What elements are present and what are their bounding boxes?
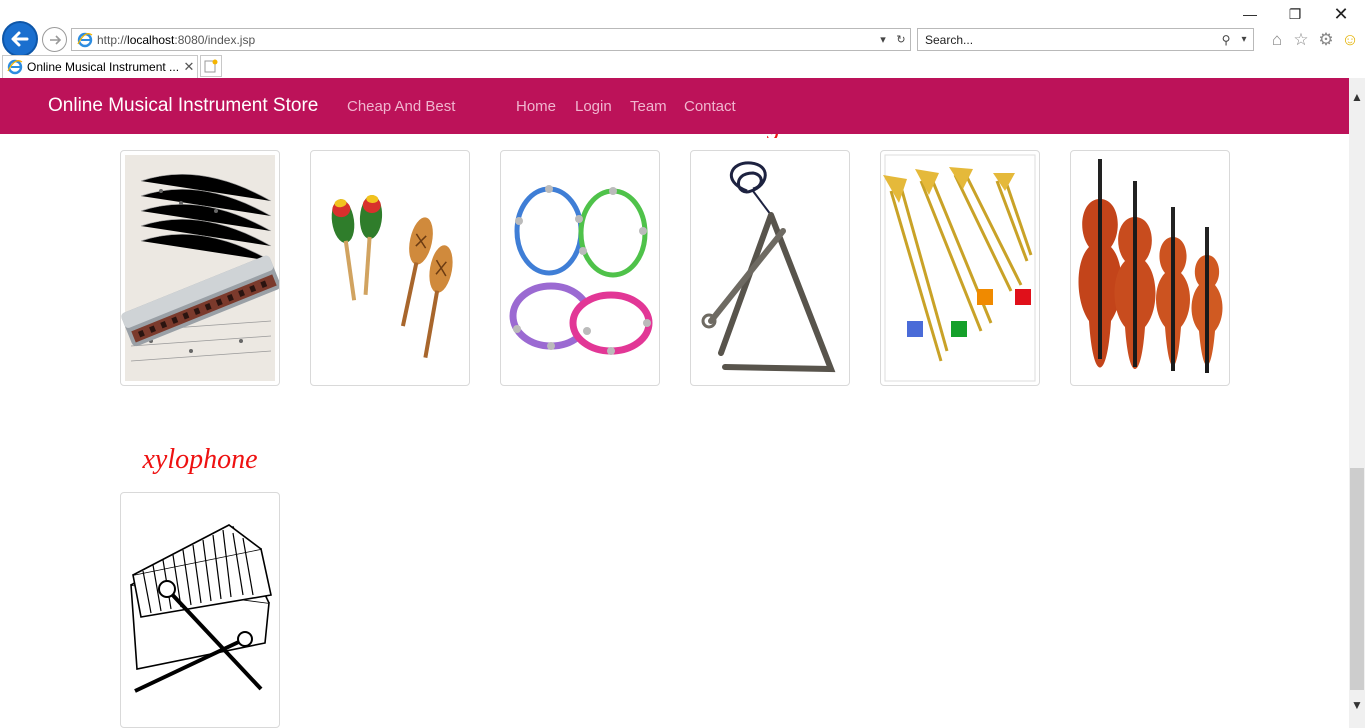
browser-tab[interactable]: Online Musical Instrument ... ✕: [2, 55, 198, 78]
maracas-image: [331, 195, 453, 358]
new-tab-button[interactable]: [200, 55, 222, 77]
forward-button[interactable]: [42, 27, 67, 52]
browser-chrome: — ❐ ✕ http://localhost:8080/index.jsp ▾ …: [0, 0, 1365, 78]
ie-logo-icon: [77, 32, 93, 47]
address-bar[interactable]: http://localhost:8080/index.jsp ▾ ↻: [71, 28, 911, 51]
ie-logo-icon: [7, 59, 23, 75]
arrow-left-icon: [11, 31, 29, 47]
nav-login[interactable]: Login: [575, 98, 612, 115]
arrow-right-icon: [49, 34, 61, 45]
brand-link[interactable]: Online Musical Instrument Store: [48, 95, 318, 117]
nav-home[interactable]: Home: [516, 98, 556, 115]
refresh-icon[interactable]: ↻: [892, 33, 910, 46]
nav-contact[interactable]: Contact: [684, 98, 736, 115]
product-title[interactable]: xylophone: [120, 444, 280, 476]
search-box[interactable]: Search... ⚲ ▾: [917, 28, 1254, 51]
navbar: Online Musical Instrument Store Cheap An…: [0, 78, 1349, 134]
xylophone-image: [130, 524, 272, 693]
trombone-image: [883, 154, 1036, 382]
minimize-icon[interactable]: —: [1230, 2, 1270, 26]
search-dropdown-icon[interactable]: ▾: [1235, 34, 1253, 45]
back-button[interactable]: [2, 21, 38, 57]
product-card-triangle[interactable]: [690, 150, 850, 386]
settings-gear-icon[interactable]: ⚙: [1315, 29, 1337, 51]
home-icon[interactable]: ⌂: [1266, 29, 1288, 51]
close-icon[interactable]: ✕: [1321, 2, 1361, 26]
product-card-tambourine[interactable]: [500, 150, 660, 386]
triangle-image: [701, 161, 836, 373]
new-tab-icon: [204, 59, 218, 73]
search-icon[interactable]: ⚲: [1217, 33, 1235, 47]
harmonica-image: [121, 155, 279, 381]
product-card-harmonica[interactable]: [120, 150, 280, 386]
smiley-feedback-icon[interactable]: ☺: [1339, 29, 1361, 51]
product-card-trombone[interactable]: [880, 150, 1040, 386]
address-url: http://localhost:8080/index.jsp: [97, 32, 256, 47]
favorites-star-icon[interactable]: ☆: [1290, 29, 1312, 51]
search-input[interactable]: Search...: [925, 33, 1217, 47]
address-dropdown-icon[interactable]: ▾: [874, 33, 892, 46]
scroll-thumb[interactable]: [1350, 468, 1364, 690]
tab-title: Online Musical Instrument ...: [27, 60, 180, 74]
tab-close-icon[interactable]: ✕: [181, 59, 197, 75]
product-card-xylophone[interactable]: [120, 492, 280, 728]
scroll-up-icon[interactable]: ▲: [1349, 90, 1365, 104]
product-card-maracas[interactable]: [310, 150, 470, 386]
vertical-scrollbar[interactable]: ▲ ▼: [1349, 78, 1365, 728]
restore-icon[interactable]: ❐: [1275, 2, 1315, 26]
tambourine-image: [509, 185, 653, 355]
product-card-violin[interactable]: [1070, 150, 1230, 386]
nav-team[interactable]: Team: [630, 98, 667, 115]
violin-image: [1078, 159, 1223, 373]
tagline: Cheap And Best: [347, 98, 456, 115]
scroll-down-icon[interactable]: ▼: [1349, 698, 1365, 712]
page-viewport: Online Musical Instrument Store Cheap An…: [0, 78, 1349, 728]
